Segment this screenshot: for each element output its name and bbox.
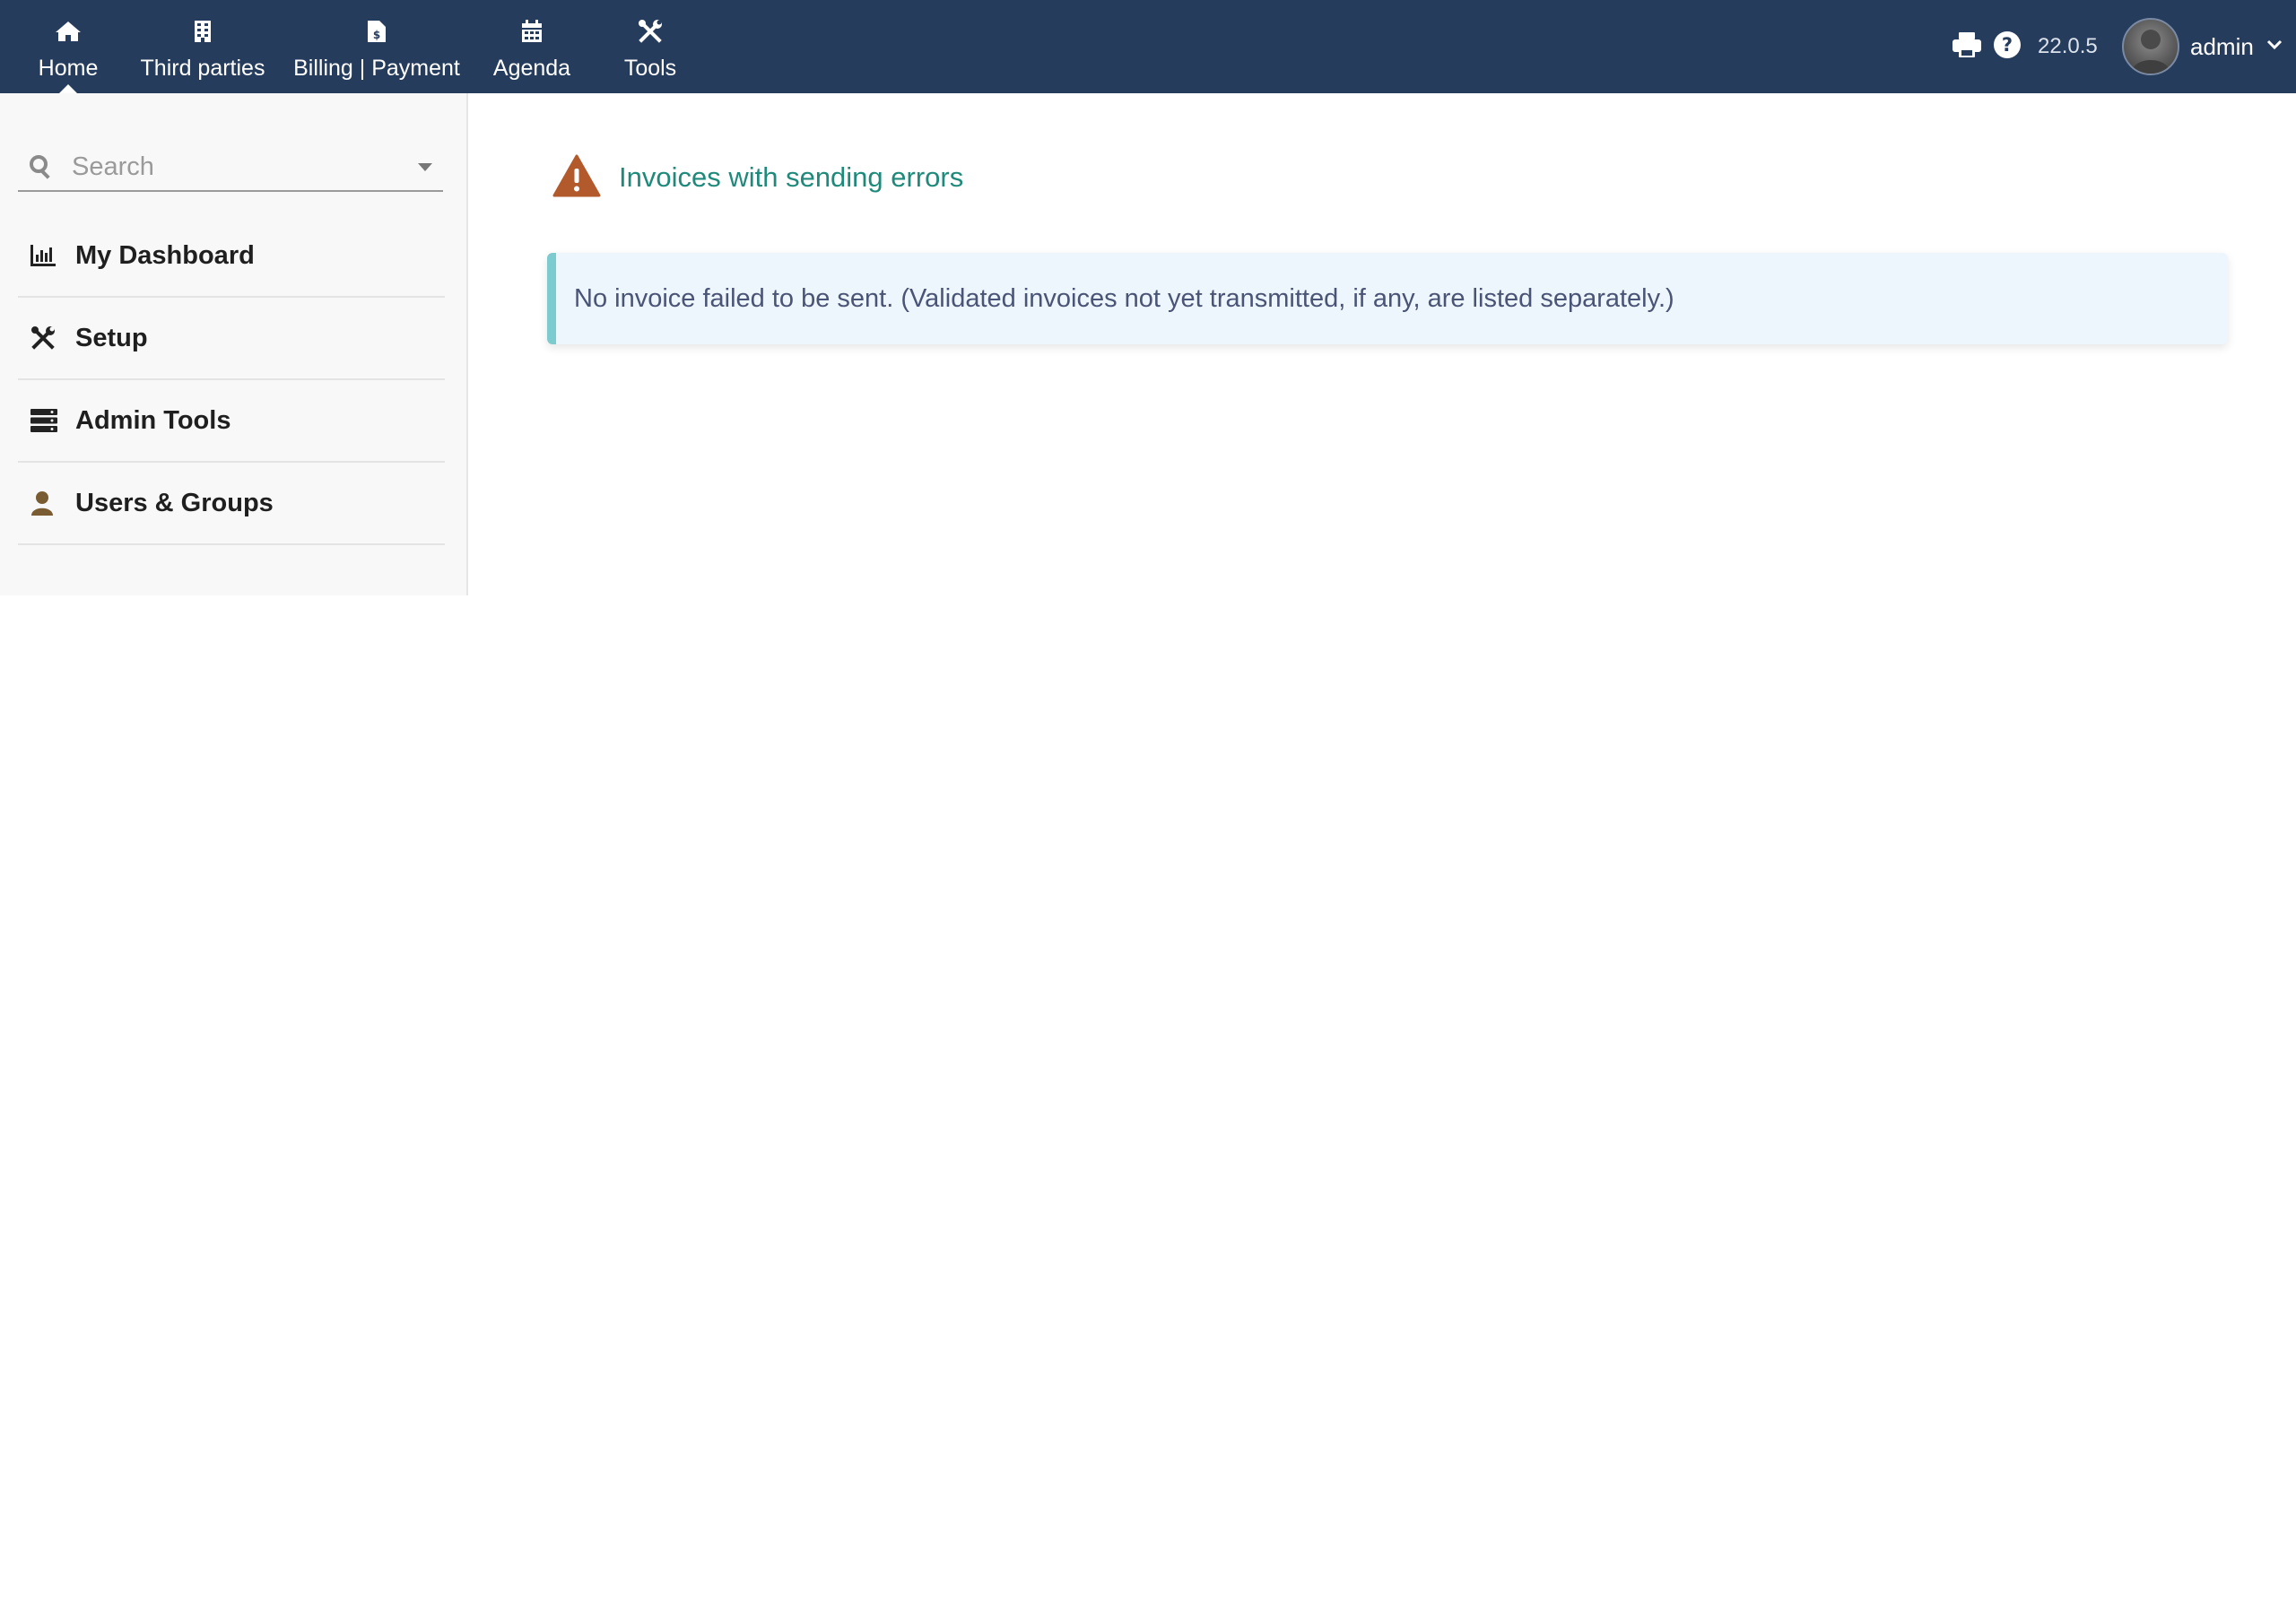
sidebar-item-admin-tools[interactable]: Admin Tools xyxy=(18,380,445,463)
tools-icon xyxy=(638,18,663,45)
user-menu[interactable]: admin xyxy=(2122,0,2283,93)
left-sidebar: My Dashboard Setup Admin Tools Users & G… xyxy=(0,93,468,595)
topmenu-agenda-label: Agenda xyxy=(492,56,571,81)
chevron-down-icon xyxy=(2266,39,2283,55)
server-icon xyxy=(18,409,75,432)
topmenu-billing-payment[interactable]: $ Billing | Payment xyxy=(283,0,470,93)
info-message-box: No invoice failed to be sent. (Validated… xyxy=(547,253,2228,344)
topmenu-home[interactable]: Home xyxy=(0,0,136,93)
topmenu-agenda[interactable]: Agenda xyxy=(479,0,585,93)
svg-text:?: ? xyxy=(2002,34,2013,56)
home-icon xyxy=(55,18,82,45)
invoice-dollar-icon: $ xyxy=(367,18,387,45)
info-message-text: No invoice failed to be sent. (Validated… xyxy=(574,283,1674,313)
search-dropdown-caret-icon[interactable] xyxy=(418,163,432,171)
search-input[interactable] xyxy=(70,151,396,183)
topmenu-billing-payment-label: Billing | Payment xyxy=(293,56,460,81)
page-title: Invoices with sending errors xyxy=(619,161,964,193)
sidebar-item-label: Setup xyxy=(75,323,148,352)
page-heading: Invoices with sending errors xyxy=(552,151,963,204)
svg-text:$: $ xyxy=(373,29,380,41)
top-menu-bar: Home Third parties $ Billing | Payment A… xyxy=(0,0,2296,93)
chart-bar-icon xyxy=(18,245,75,266)
warning-icon xyxy=(552,154,601,202)
calendar-icon xyxy=(521,18,543,45)
sidebar-item-label: Users & Groups xyxy=(75,488,274,517)
topmenu-home-label: Home xyxy=(38,56,99,81)
building-icon xyxy=(194,18,212,45)
sidebar-menu: My Dashboard Setup Admin Tools Users & G… xyxy=(18,215,445,545)
sidebar-item-users-groups[interactable]: Users & Groups xyxy=(18,463,445,545)
search-box[interactable] xyxy=(18,143,443,192)
version-label: 22.0.5 xyxy=(2038,0,2098,93)
question-circle-icon: ? xyxy=(1993,30,2022,64)
topmenu-third-parties[interactable]: Third parties xyxy=(136,0,269,93)
tools-icon xyxy=(18,325,75,351)
sidebar-item-setup[interactable]: Setup xyxy=(18,298,445,380)
help-button[interactable]: ? xyxy=(1993,0,2022,93)
main-content: Invoices with sending errors No invoice … xyxy=(466,93,2296,1614)
topmenu-third-parties-label: Third parties xyxy=(140,56,265,81)
user-icon xyxy=(18,490,75,516)
print-icon xyxy=(1952,31,1982,63)
sidebar-item-my-dashboard[interactable]: My Dashboard xyxy=(18,215,445,298)
sidebar-item-label: My Dashboard xyxy=(75,240,255,270)
topmenu-tools-label: Tools xyxy=(623,56,677,81)
print-button[interactable] xyxy=(1952,0,1982,93)
topmenu-tools[interactable]: Tools xyxy=(599,0,701,93)
sidebar-item-label: Admin Tools xyxy=(75,405,231,435)
user-login-name: admin xyxy=(2190,32,2254,60)
version-number: 22.0.5 xyxy=(2038,34,2098,58)
search-icon xyxy=(29,154,56,179)
avatar xyxy=(2122,18,2179,75)
